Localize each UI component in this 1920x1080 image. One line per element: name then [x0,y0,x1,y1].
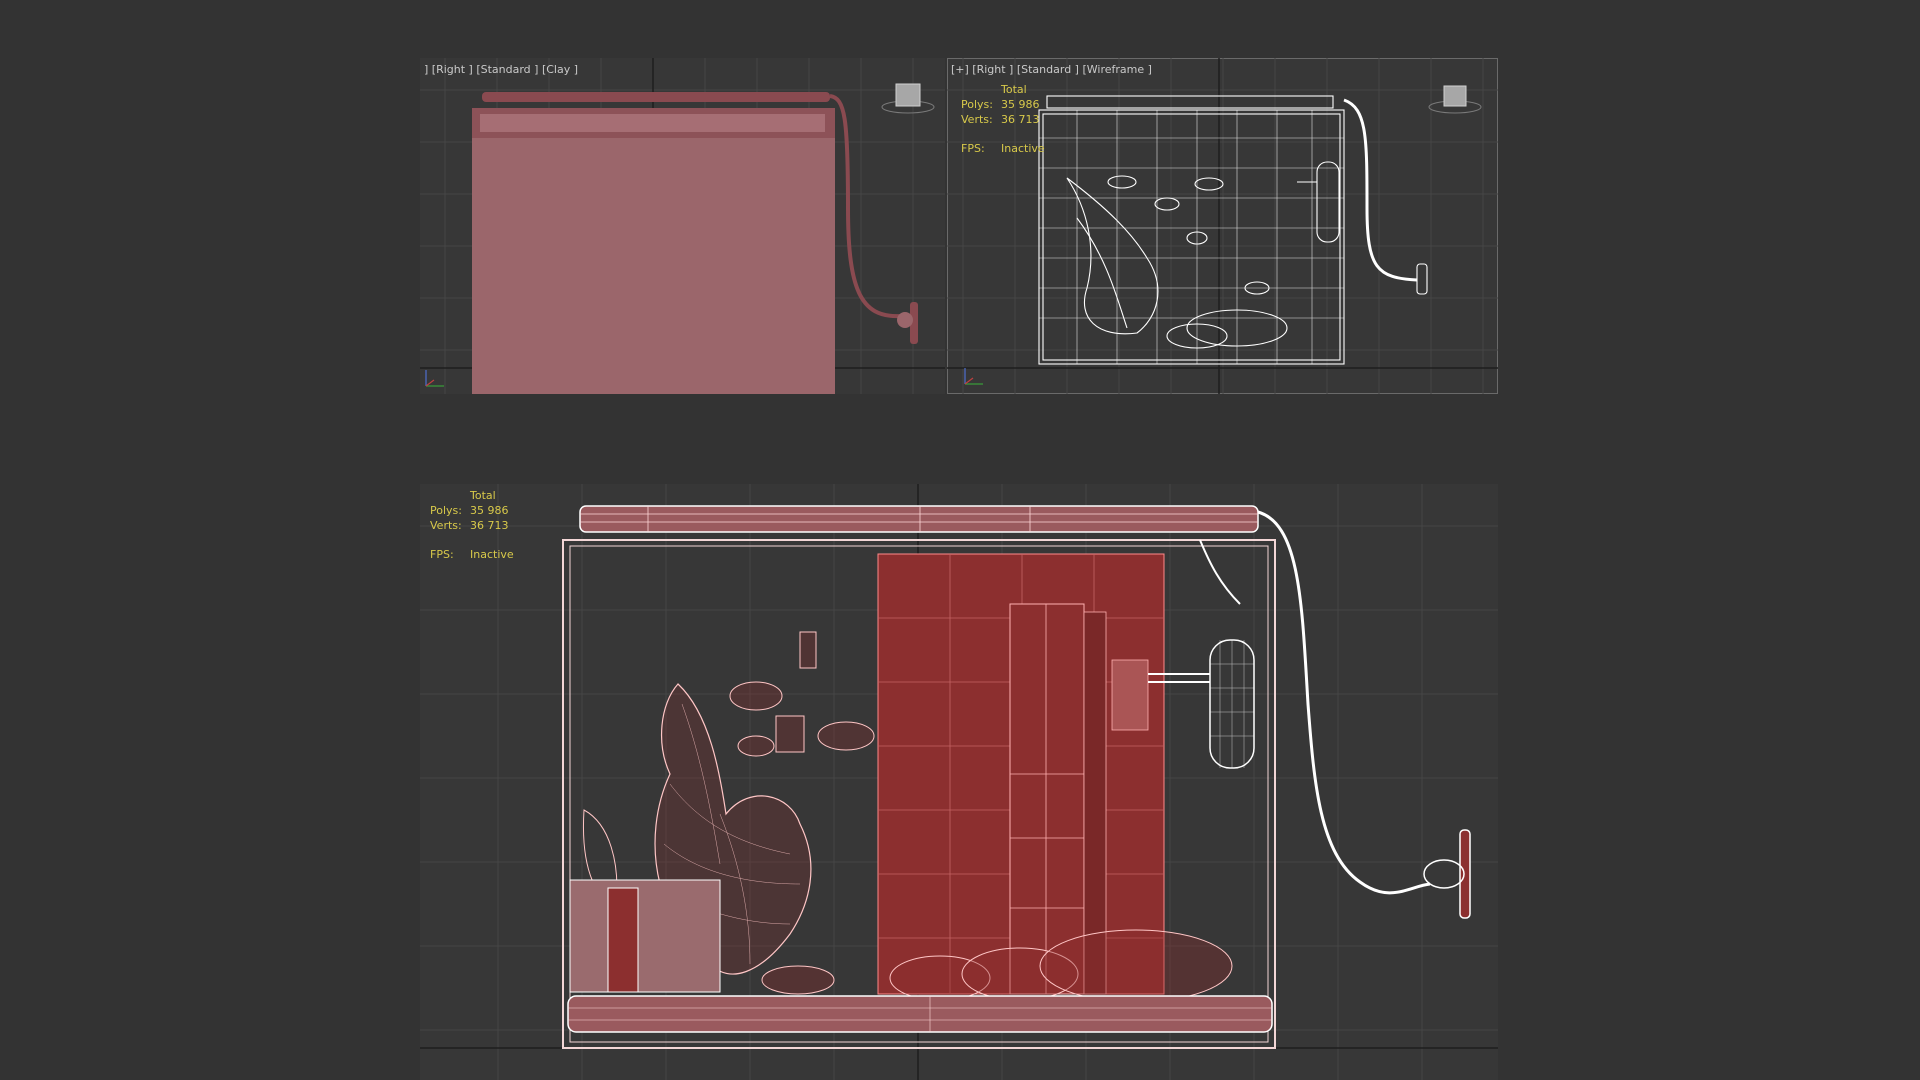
viewport-top-right[interactable]: [+] [Right ] [Standard ] [Wireframe ] To… [947,58,1498,394]
stats-overlay: Total Polys: 35 986 Verts: 36 713 FPS: Inac… [430,488,514,562]
viewcube-icon[interactable] [880,78,936,120]
clay-aquarium-model [472,92,918,394]
viewport-label[interactable]: ] [Right ] [Standard ] [Clay ] [424,63,578,76]
viewport-grid [420,484,1498,1080]
viewport-label[interactable]: [+] [Right ] [Standard ] [Wireframe ] [951,63,1152,76]
stats-overlay: Total Polys: 35 986 Verts: 36 713 FPS: Inac… [961,82,1045,156]
wireframe-aquarium-model [1038,95,1428,365]
fps-value: Inactive [470,548,514,561]
verts-key: Verts: [961,113,993,126]
verts-value: 36 713 [470,519,509,532]
fps-key: FPS: [961,142,985,155]
axis-tripod-icon [422,366,448,394]
stats-total-label: Total [470,489,496,502]
stats-total-label: Total [1001,83,1027,96]
axis-tripod-icon [961,364,987,392]
polys-key: Polys: [961,98,993,111]
viewport-top-left[interactable]: ] [Right ] [Standard ] [Clay ] [420,58,945,394]
fps-value: Inactive [1001,142,1045,155]
viewport-bottom[interactable]: Total Polys: 35 986 Verts: 36 713 FPS: Inac… [420,484,1498,1080]
verts-value: 36 713 [1001,113,1040,126]
polys-key: Polys: [430,504,462,517]
fps-key: FPS: [430,548,454,561]
viewport-grid [420,58,945,394]
verts-key: Verts: [430,519,462,532]
viewcube-icon[interactable] [1427,78,1483,120]
polys-value: 35 986 [1001,98,1040,111]
edged-aquarium-model [562,505,1471,1049]
polys-value: 35 986 [470,504,509,517]
